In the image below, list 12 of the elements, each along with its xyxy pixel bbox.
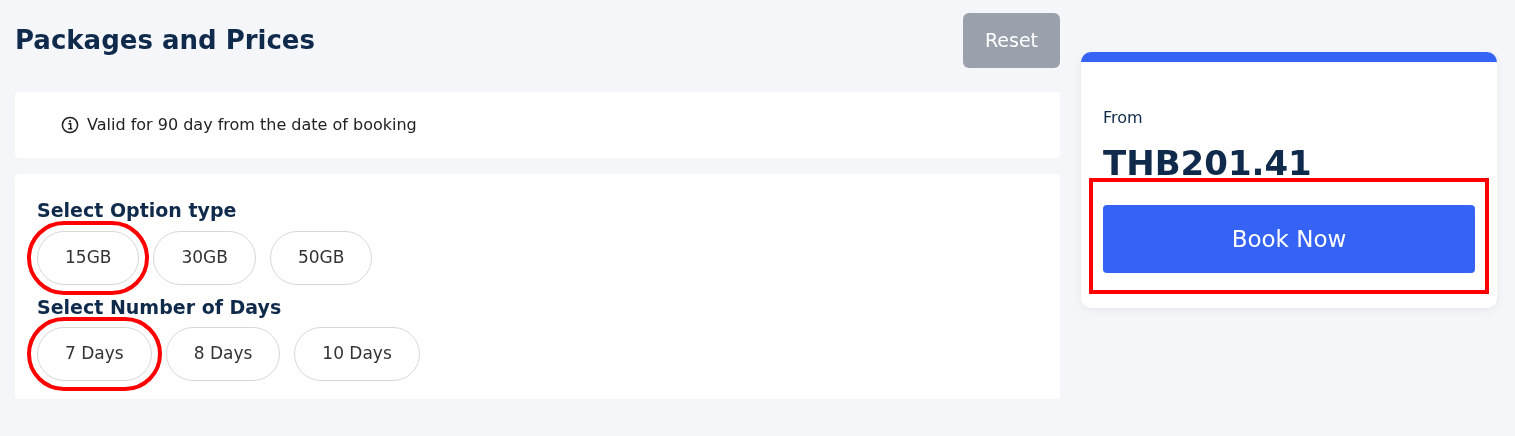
option-chip[interactable]: 50GB [269,230,373,285]
price-text: THB201.41 [1103,142,1313,185]
page-title: Packages and Prices [15,24,315,57]
option-chip[interactable]: 10 Days [294,327,420,381]
info-icon [61,116,79,134]
option-chip[interactable]: 8 Days [165,327,281,381]
validity-notice: Valid for 90 day from the date of booking [87,114,417,136]
option-chip[interactable]: 30GB [153,230,256,285]
from-label: From [1103,107,1144,129]
group-heading: Select Option type [37,198,238,223]
group-heading: Select Number of Days [37,294,283,320]
book-now-button[interactable]: Book Now [1103,205,1475,273]
